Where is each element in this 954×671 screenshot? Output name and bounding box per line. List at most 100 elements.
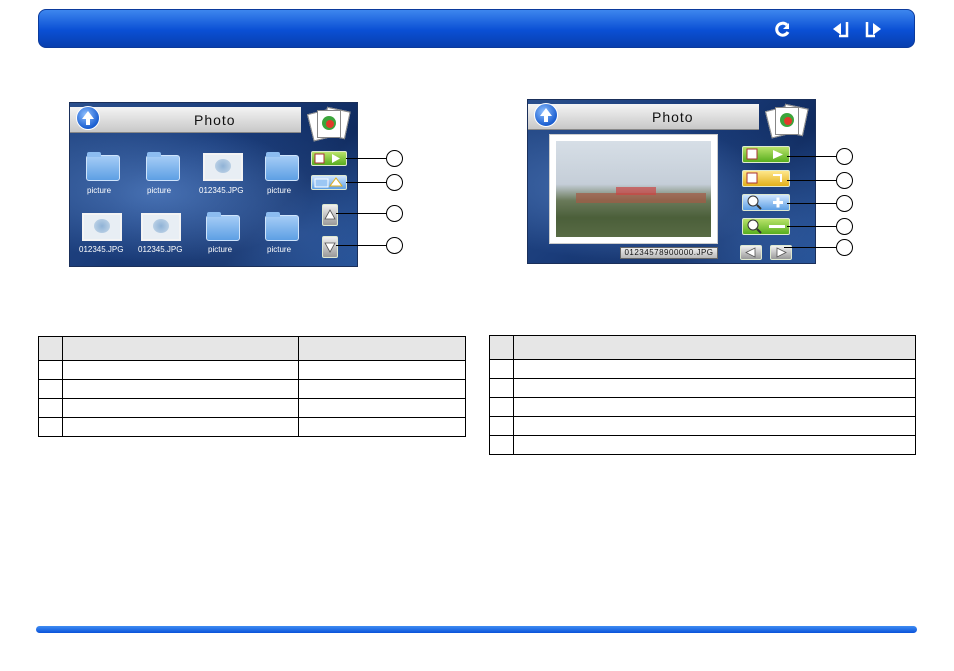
item-label: 012345.JPG [79,245,124,254]
return-button[interactable] [772,18,794,40]
table-cell [513,359,916,379]
table-header-cell [38,336,63,361]
previous-page-icon [833,22,849,38]
folder-item[interactable] [146,152,180,181]
table-cell [298,398,466,418]
folder-item[interactable] [206,212,240,241]
table-cell [298,417,466,437]
callout-marker [386,205,403,222]
item-label: picture [267,186,292,195]
zoom-out-button[interactable] [742,218,790,235]
home-button[interactable] [534,103,558,127]
slideshow-button[interactable] [311,151,347,166]
table-cell [513,397,916,417]
filename-label: 01234578900000.JPG [620,247,718,259]
next-page-icon [865,22,881,38]
folder-item[interactable] [265,152,299,181]
scroll-down-button[interactable] [322,236,338,258]
photo-preview[interactable] [556,141,711,237]
table-cell [38,417,63,437]
next-page-button[interactable] [863,18,885,40]
zoom-in-icon [747,195,783,210]
table-row [489,416,916,436]
up-arrow-icon [540,108,552,122]
photo-app-icon [306,105,352,142]
browse-functions-table [38,336,466,437]
item-label: picture [87,186,112,195]
callout-line [346,158,386,159]
photo-frame [549,134,718,244]
table-row [489,359,916,379]
table-cell [513,378,916,398]
item-label: picture [267,245,292,254]
table-row [489,397,916,417]
home-button[interactable] [76,106,100,130]
table-row [38,379,466,399]
photo-app-icon [764,102,810,139]
viewer-functions-table [489,335,916,455]
table-cell [38,360,63,380]
table-header-row [38,336,466,361]
item-label: 012345.JPG [138,245,183,254]
table-row [38,417,466,437]
table-cell [489,378,514,398]
callout-line [787,226,836,227]
photo-browse-screen: Photo picture picture 012345.JPG picture… [69,102,358,267]
table-cell [38,398,63,418]
table-row [489,378,916,398]
table-cell [513,435,916,455]
callout-line [784,247,836,248]
table-header-cell [489,335,514,360]
table-cell [489,416,514,436]
footer-bar [36,626,917,633]
table-cell [298,379,466,399]
table-cell [489,397,514,417]
callout-marker [386,174,403,191]
slideshow-icon [746,148,783,160]
folder-item[interactable] [265,212,299,241]
previous-page-button[interactable] [829,18,851,40]
callout-marker [386,237,403,254]
table-header-row [489,335,916,360]
rotate-icon [746,172,782,184]
slideshow-icon [314,153,340,164]
title-strip: Photo [528,104,759,130]
table-cell [62,379,299,399]
zoom-in-button[interactable] [742,194,790,211]
table-cell [62,360,299,380]
table-header-cell [298,336,466,361]
callout-line [336,245,386,246]
table-row [38,398,466,418]
arrow-left-icon [745,247,756,258]
item-label: picture [208,245,233,254]
table-cell [298,360,466,380]
callout-marker [836,218,853,235]
zoom-out-icon [747,219,785,234]
table-cell [62,417,299,437]
table-header-cell [513,335,916,360]
title-strip: Photo [70,107,301,133]
header-bar [38,9,915,48]
previous-photo-button[interactable] [740,245,762,260]
callout-line [346,182,386,183]
image-thumbnail[interactable] [141,213,181,241]
folder-up-icon [314,177,343,188]
callout-line [787,180,836,181]
rotate-button[interactable] [742,170,790,187]
scroll-up-button[interactable] [322,204,338,226]
callout-marker [386,150,403,167]
callout-marker [836,148,853,165]
callout-marker [836,195,853,212]
item-label: picture [147,186,172,195]
screen-title: Photo [194,112,236,128]
folder-up-button[interactable] [311,175,347,190]
callout-marker [836,239,853,256]
table-cell [513,416,916,436]
image-thumbnail[interactable] [203,153,243,181]
image-thumbnail[interactable] [82,213,122,241]
callout-line [787,203,836,204]
slideshow-button[interactable] [742,146,790,163]
folder-item[interactable] [86,152,120,181]
callout-marker [836,172,853,189]
table-cell [489,359,514,379]
